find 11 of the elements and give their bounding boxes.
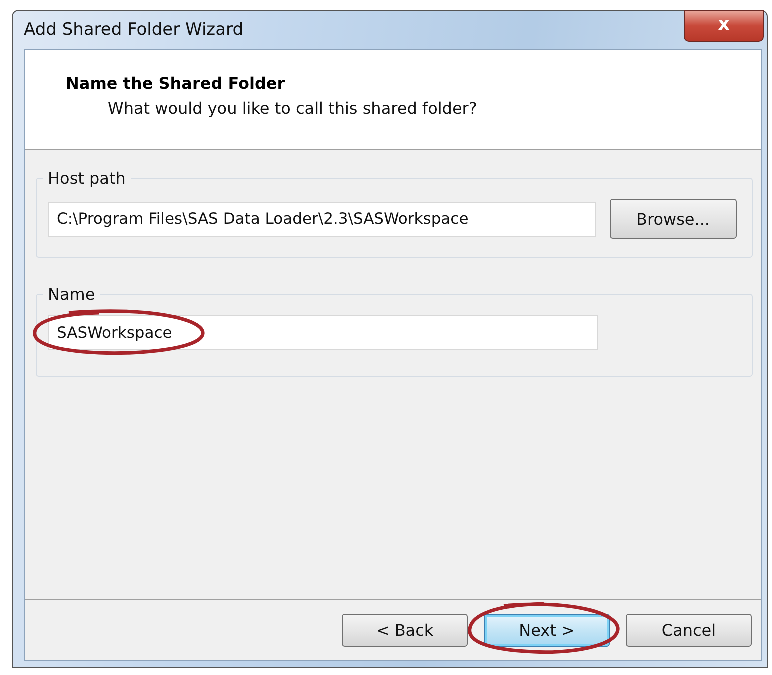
- host-path-field[interactable]: C:\Program Files\SAS Data Loader\2.3\SASWorkspace: [48, 202, 596, 236]
- wizard-button[interactable]: < Back: [342, 614, 468, 646]
- browse-button[interactable]: Browse...: [610, 199, 737, 239]
- page-title: Name the Shared Folder: [66, 74, 286, 93]
- wizard-button[interactable]: Cancel: [626, 614, 752, 646]
- wizard-button[interactable]: Next >: [484, 614, 610, 646]
- name-field[interactable]: SASWorkspace: [48, 315, 598, 350]
- page-subtitle: What would you like to call this shared folder?: [107, 99, 478, 118]
- window-title: Add Shared Folder Wizard: [24, 20, 244, 40]
- close-button[interactable]: x: [684, 10, 764, 42]
- group-label: Host path: [43, 169, 131, 188]
